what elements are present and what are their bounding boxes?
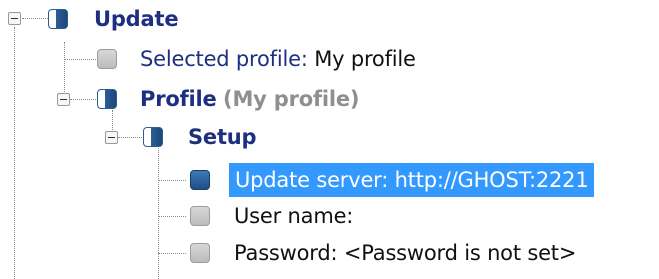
setting-icon — [97, 49, 117, 69]
tree-node-label: User name: — [234, 204, 354, 228]
tree-node-label: Profile — [140, 87, 217, 111]
tree-node-selected-profile[interactable]: Selected profile: My profile — [140, 42, 416, 76]
tree-node-value: <Password is not set> — [343, 241, 577, 265]
collapse-toggle-setup[interactable] — [105, 131, 118, 144]
setting-icon — [190, 243, 210, 263]
setting-icon-selected — [190, 170, 210, 190]
section-icon — [97, 89, 117, 109]
tree-node-selected-text: Update server: http://GHOST:2221 — [229, 163, 595, 197]
tree-line — [14, 27, 15, 279]
tree-node-label: Setup — [188, 125, 257, 149]
tree-node-password[interactable]: Password: <Password is not set> — [234, 236, 576, 270]
tree-node-suffix: (My profile) — [223, 87, 360, 111]
tree-line — [64, 59, 96, 60]
tree-line — [158, 216, 186, 217]
tree-node-value: My profile — [314, 47, 416, 71]
tree-line — [118, 137, 142, 138]
minus-icon — [60, 99, 67, 100]
tree-node-label: Password: — [234, 241, 338, 265]
tree-line — [158, 180, 186, 181]
tree-line — [22, 18, 48, 19]
settings-tree: Update Selected profile: My profile Prof… — [0, 0, 659, 279]
minus-icon — [108, 137, 115, 138]
tree-line — [64, 42, 65, 92]
tree-node-label: Selected profile: — [140, 47, 308, 71]
collapse-toggle-update[interactable] — [8, 12, 21, 25]
tree-line — [70, 99, 96, 100]
minus-icon — [11, 18, 18, 19]
setting-icon — [190, 206, 210, 226]
tree-node-label: Update — [94, 7, 179, 31]
tree-node-profile[interactable]: Profile (My profile) — [140, 82, 360, 116]
collapse-toggle-profile[interactable] — [57, 93, 70, 106]
tree-node-update-server[interactable]: Update server: http://GHOST:2221 — [229, 163, 595, 197]
section-icon — [143, 127, 163, 147]
tree-line — [158, 253, 186, 254]
tree-line — [158, 146, 159, 279]
tree-node-user-name[interactable]: User name: — [234, 199, 353, 233]
tree-node-update[interactable]: Update — [94, 2, 179, 36]
section-icon — [48, 9, 68, 29]
tree-node-setup[interactable]: Setup — [188, 120, 257, 154]
